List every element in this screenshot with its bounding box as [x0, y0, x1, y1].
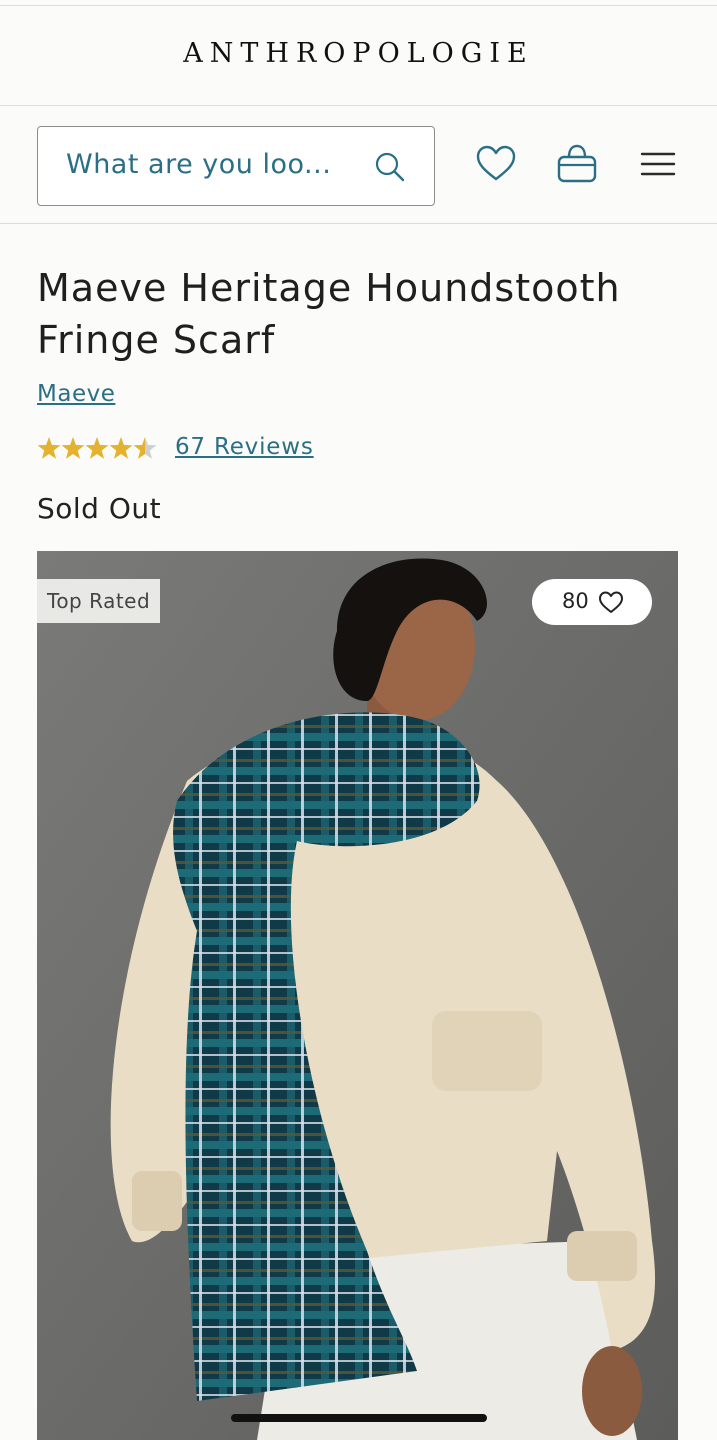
favorite-button[interactable]: 80: [532, 579, 652, 625]
product-photo: [37, 551, 678, 1440]
search-input[interactable]: What are you loo...: [37, 126, 435, 206]
search-placeholder: What are you loo...: [66, 149, 332, 180]
search-bar-divider: [0, 223, 717, 224]
shopping-bag-icon[interactable]: [555, 142, 599, 186]
site-logo[interactable]: ANTHROPOLOGIE: [0, 38, 717, 69]
wishlist-heart-icon[interactable]: [474, 142, 518, 186]
star-icon: [109, 437, 133, 459]
star-rating[interactable]: [37, 436, 157, 462]
header-divider: [0, 105, 717, 106]
search-icon[interactable]: [374, 151, 406, 183]
menu-icon[interactable]: [636, 142, 680, 186]
favorite-count: 80: [562, 589, 589, 613]
star-icon: [133, 437, 157, 459]
star-icon: [37, 437, 61, 459]
heart-icon: [599, 591, 623, 613]
star-icon: [61, 437, 85, 459]
product-image[interactable]: Top Rated 80: [37, 551, 678, 1440]
top-divider: [0, 5, 717, 6]
home-indicator: [231, 1414, 487, 1422]
product-title: Maeve Heritage Houndstooth Fringe Scarf: [37, 266, 621, 362]
star-icon: [85, 437, 109, 459]
brand-link[interactable]: Maeve: [37, 381, 115, 407]
top-rated-badge: Top Rated: [37, 579, 161, 623]
availability-status: Sold Out: [37, 492, 162, 525]
reviews-link[interactable]: 67 Reviews: [175, 434, 314, 460]
